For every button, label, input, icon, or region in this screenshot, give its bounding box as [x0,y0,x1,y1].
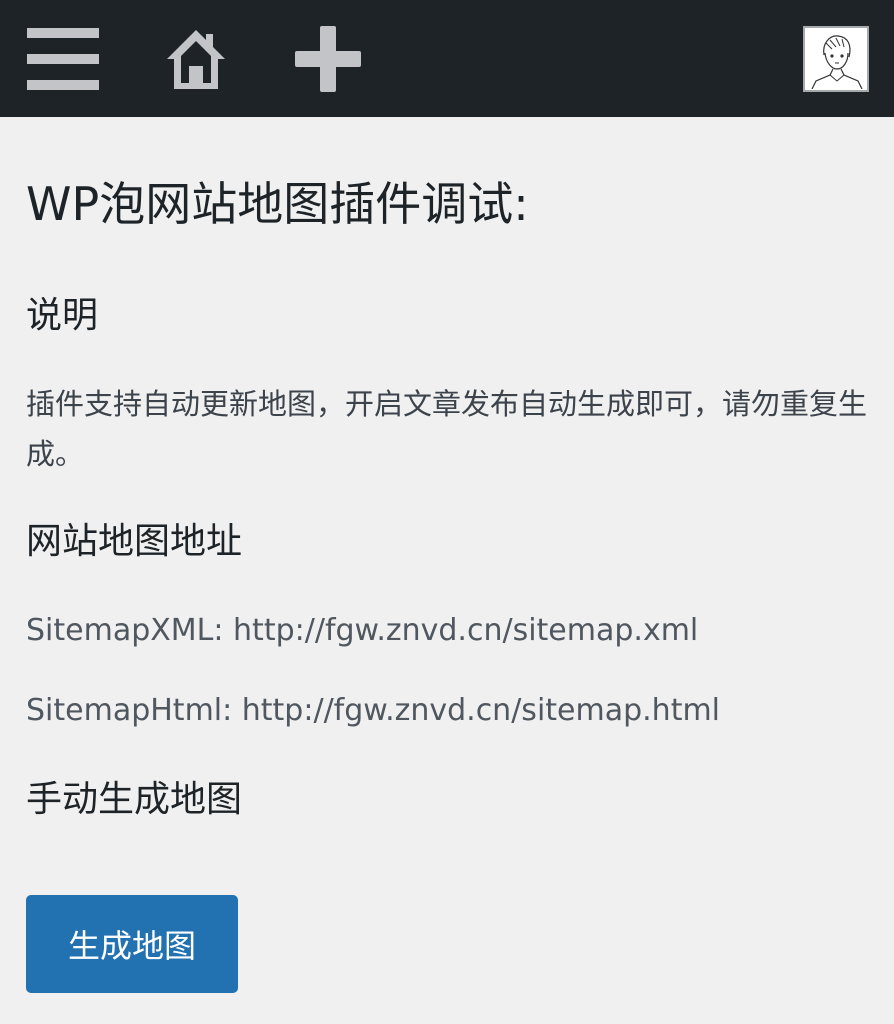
home-icon [167,29,225,89]
description-text: 插件支持自动更新地图，开启文章发布自动生成即可，请勿重复生成。 [26,387,868,471]
user-avatar [803,25,869,92]
admin-top-bar [0,0,894,117]
add-new-button[interactable] [286,0,370,117]
menu-icon [27,27,99,90]
user-account-button[interactable] [796,0,876,117]
sitemap-urls-heading: 网站地图地址 [26,521,243,562]
page-title: WP泡网站地图插件调试: [26,177,529,231]
avatar-sketch-icon [811,34,863,89]
sitemap-html-url: SitemapHtml: http://fgw.znvd.cn/sitemap.… [26,693,721,728]
sitemap-xml-url: SitemapXML: http://fgw.znvd.cn/sitemap.x… [26,613,699,648]
home-button[interactable] [156,0,236,117]
manual-generate-heading: 手动生成地图 [26,779,243,820]
menu-toggle-button[interactable] [18,0,108,117]
description-heading: 说明 [26,295,99,336]
generate-sitemap-button[interactable]: 生成地图 [26,895,238,993]
plus-icon [295,25,361,92]
